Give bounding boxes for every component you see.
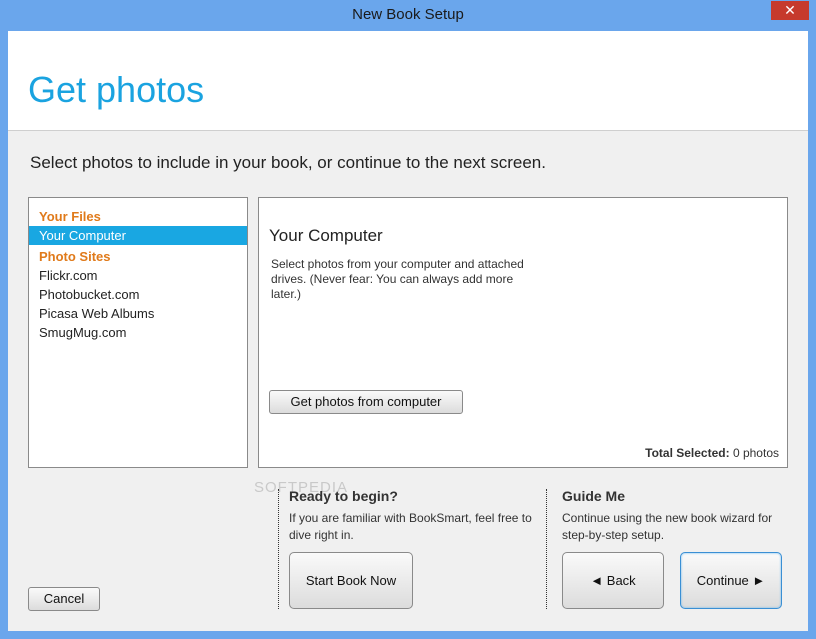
start-book-now-button[interactable]: Start Book Now <box>289 552 413 609</box>
source-item-photobucket[interactable]: Photobucket.com <box>29 285 247 304</box>
close-icon[interactable]: ✕ <box>771 1 809 20</box>
ready-text: If you are familiar with BookSmart, feel… <box>289 511 532 542</box>
group-heading-photo-sites: Photo Sites <box>39 249 111 264</box>
guide-heading: Guide Me <box>562 488 626 504</box>
source-item-flickr[interactable]: Flickr.com <box>29 266 247 285</box>
cancel-button[interactable]: Cancel <box>28 587 100 611</box>
group-heading-your-files: Your Files <box>39 209 101 224</box>
back-button[interactable]: ◄ Back <box>562 552 664 609</box>
guide-text: Continue using the new book wizard for s… <box>562 511 773 542</box>
divider-left <box>278 489 279 609</box>
header-band: Get photos <box>8 31 808 131</box>
window-title: New Book Setup <box>352 6 464 23</box>
detail-description: Select photos from your computer and att… <box>271 257 524 301</box>
get-photos-button[interactable]: Get photos from computer <box>269 390 463 414</box>
page-title: Get photos <box>28 69 205 110</box>
source-item-smugmug[interactable]: SmugMug.com <box>29 323 247 342</box>
source-list: Your Files Your Computer Photo Sites Fli… <box>28 197 248 468</box>
title-bar: New Book Setup ✕ <box>0 0 816 31</box>
detail-panel: Your Computer Select photos from your co… <box>258 197 788 468</box>
ready-heading: Ready to begin? <box>289 488 398 504</box>
source-item-picasa[interactable]: Picasa Web Albums <box>29 304 247 323</box>
dialog-body: Get photos Select photos to include in y… <box>8 31 808 631</box>
total-selected: Total Selected: 0 photos <box>645 446 779 460</box>
total-selected-label: Total Selected: <box>645 446 730 460</box>
divider-right <box>546 489 547 609</box>
total-selected-value: 0 photos <box>732 446 779 460</box>
instructions: Select photos to include in your book, o… <box>30 153 546 172</box>
source-item-your-computer[interactable]: Your Computer <box>29 226 247 245</box>
detail-title: Your Computer <box>269 226 383 245</box>
continue-button[interactable]: Continue ► <box>680 552 782 609</box>
